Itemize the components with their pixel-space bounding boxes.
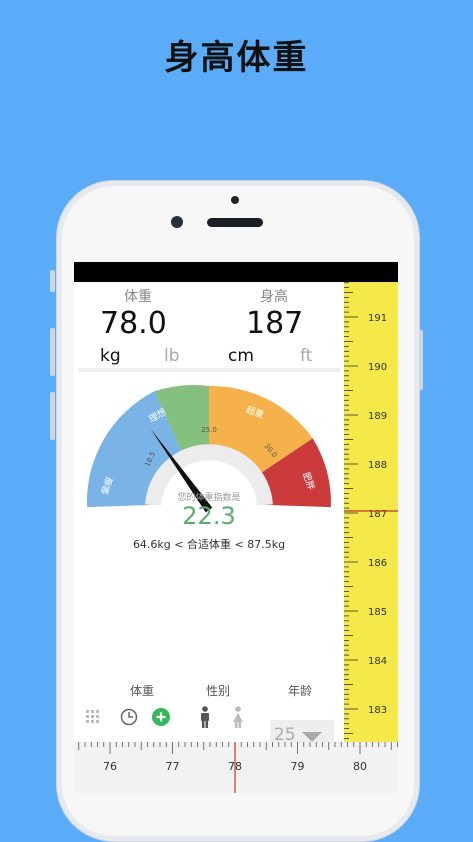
height-ruler-label: 186 (368, 558, 387, 569)
ideal-weight-range: 64.6kg < 合适体重 < 87.5kg (133, 537, 285, 551)
height-ruler-label: 184 (368, 656, 387, 667)
history-clock-icon[interactable] (120, 708, 138, 726)
page-title: 身高体重 (164, 38, 309, 78)
weight-ruler-label: 77 (166, 760, 180, 773)
gender-control-label: 性别 (206, 684, 231, 698)
height-ruler-label: 189 (368, 411, 387, 422)
weight-control-label: 体重 (130, 684, 155, 698)
status-bar (74, 262, 398, 282)
height-ruler[interactable]: 191 190 189 188 187 186 185 184 183 (344, 282, 398, 742)
height-ruler-scale: 191190189188187186185184183 (344, 282, 398, 739)
age-control-label: 年龄 (288, 684, 313, 698)
weight-ruler-label: 80 (353, 760, 367, 773)
female-icon[interactable] (232, 706, 244, 728)
grid-icon[interactable] (86, 710, 100, 724)
front-camera (171, 216, 183, 228)
add-record-icon[interactable] (152, 708, 170, 726)
height-ruler-label: 188 (368, 460, 387, 471)
phone-volume-down (50, 392, 55, 440)
male-icon[interactable] (200, 706, 210, 728)
height-ruler-label: 183 (368, 705, 387, 716)
weight-ruler-label: 76 (103, 760, 117, 773)
phone-sensor (231, 196, 239, 204)
weight-ruler-scale: 76 77 78 79 80 (78, 742, 398, 793)
phone-volume-up (50, 328, 55, 376)
app-screen: 体重 78.0 kg lb 身高 187 cm ft 偏瘦 理想 超重 肥胖 1… (74, 262, 398, 793)
weight-ruler-label: 79 (291, 760, 305, 773)
bmi-value: 22.3 (182, 502, 235, 530)
phone-mute-switch (50, 270, 55, 292)
height-ruler-label: 185 (368, 607, 387, 618)
height-ruler-label: 191 (368, 313, 387, 324)
phone-speaker (207, 218, 263, 227)
main-panel: 体重 78.0 kg lb 身高 187 cm ft 偏瘦 理想 超重 肥胖 1… (74, 282, 344, 793)
chevron-down-icon (302, 732, 322, 742)
height-ruler-label: 190 (368, 362, 387, 373)
threshold-25-0: 25.0 (201, 426, 217, 434)
weight-ruler[interactable]: 76 77 78 79 80 (74, 742, 398, 793)
